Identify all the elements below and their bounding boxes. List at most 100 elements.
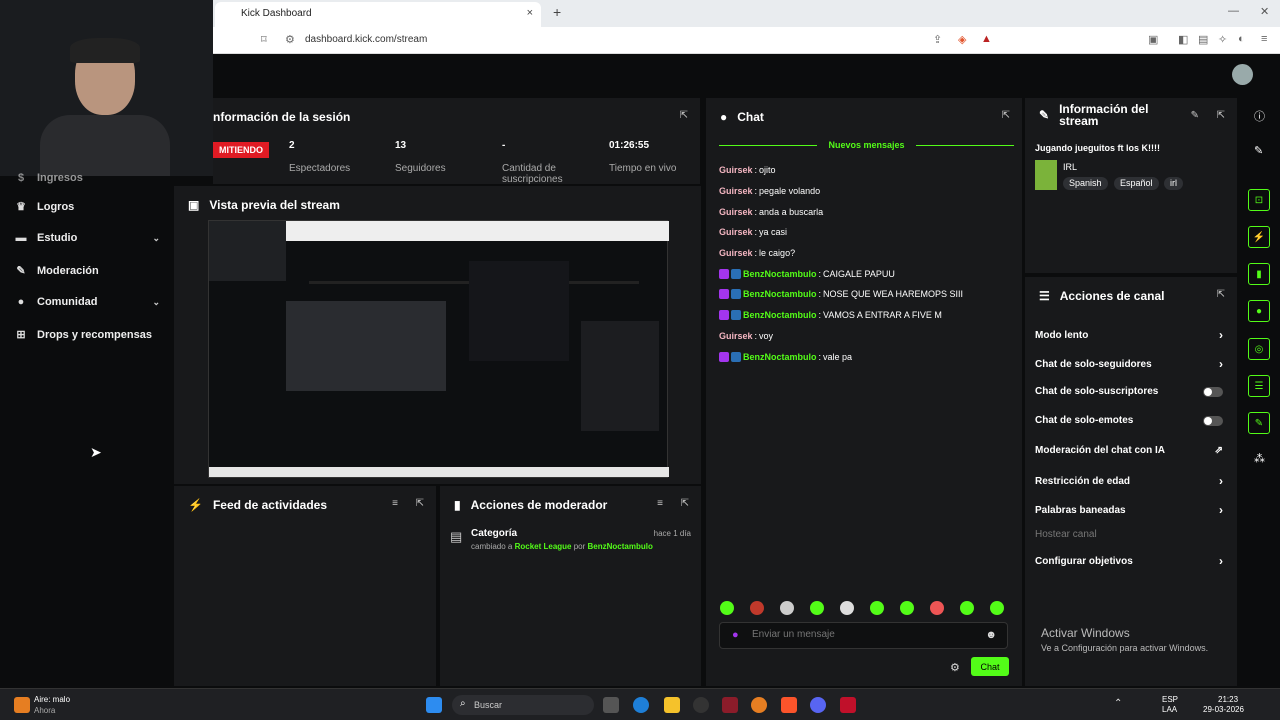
rail-bolt-icon[interactable]: ⚡ — [1248, 226, 1270, 248]
chat-username[interactable]: Guirsek — [719, 248, 753, 258]
chat-username[interactable]: BenzNoctambulo — [743, 352, 817, 362]
chat-username[interactable]: BenzNoctambulo — [743, 289, 817, 299]
channel-action-item[interactable]: Chat de solo-emotes — [1035, 415, 1223, 426]
brave-icon[interactable] — [781, 697, 797, 713]
channel-action-item[interactable]: Hostear canal — [1035, 529, 1223, 540]
channel-action-item[interactable]: Moderación del chat con IA ⇗ — [1035, 445, 1223, 456]
chat-send-button[interactable]: Chat — [971, 657, 1009, 676]
channel-action-item[interactable]: Chat de solo-seguidores › — [1035, 357, 1223, 371]
filter-icon[interactable]: ≡ — [392, 498, 398, 509]
taskview-icon[interactable] — [603, 697, 619, 713]
detail-user[interactable]: BenzNoctambulo — [588, 542, 653, 551]
edit-icon[interactable]: ✎ — [1191, 110, 1199, 121]
popout-icon[interactable]: ⇱ — [1217, 110, 1225, 121]
chat-username[interactable]: Guirsek — [719, 186, 753, 196]
emote-icon[interactable] — [750, 601, 764, 615]
rail-broadcast-icon[interactable]: ◎ — [1248, 338, 1270, 360]
bookmark-icon[interactable]: ⌑ — [261, 33, 267, 46]
taskbar-search[interactable]: ⌕ Buscar — [452, 695, 594, 715]
sidebar-item-logros[interactable]: ♛ Logros — [15, 200, 160, 214]
rail-shield-icon[interactable]: ▮ — [1248, 263, 1270, 285]
tab-close-icon[interactable]: × — [527, 7, 533, 19]
emote-icon[interactable] — [900, 601, 914, 615]
sidebar-icon[interactable]: ◧ — [1178, 33, 1188, 46]
chat-username[interactable]: BenzNoctambulo — [743, 310, 817, 320]
chat-username[interactable]: Guirsek — [719, 165, 753, 175]
popout-icon[interactable]: ⇱ — [681, 498, 689, 509]
emote-icon[interactable] — [810, 601, 824, 615]
brave-shield-icon[interactable]: ◈ — [958, 33, 966, 46]
window-close-icon[interactable]: ✕ — [1260, 5, 1269, 18]
mic-icon[interactable]: ● — [732, 629, 739, 641]
channel-action-item[interactable]: Configurar objetivos › — [1035, 554, 1223, 568]
channel-action-item[interactable]: Modo lento › — [1035, 328, 1223, 342]
leo-icon[interactable]: ✧ — [1218, 33, 1227, 46]
obs-icon[interactable] — [693, 697, 709, 713]
sidebar-item-moderacion[interactable]: ✎ Moderación — [15, 264, 160, 278]
toggle-switch[interactable] — [1203, 386, 1223, 397]
vpn-icon[interactable]: ◐ — [1238, 33, 1245, 45]
sidebar-item-drops[interactable]: ⊞ Drops y recompensas — [15, 328, 160, 342]
discord-icon[interactable] — [810, 697, 826, 713]
channel-action-item[interactable]: Restricción de edad › — [1035, 474, 1223, 488]
popout-icon[interactable]: ⇱ — [1002, 110, 1010, 121]
emote-icon[interactable] — [840, 601, 854, 615]
pencil-icon[interactable]: ✎ — [1254, 144, 1263, 157]
emote-icon[interactable] — [870, 601, 884, 615]
chat-username[interactable]: Guirsek — [719, 227, 753, 237]
info-icon[interactable]: ⓘ — [1254, 108, 1265, 124]
chat-username[interactable]: Guirsek — [719, 331, 753, 341]
explorer-icon[interactable] — [664, 697, 680, 713]
url-text[interactable]: dashboard.kick.com/stream — [305, 34, 427, 45]
share-icon[interactable]: ⇪ — [933, 33, 942, 46]
weather-text[interactable]: Aire: malo — [34, 695, 70, 704]
emote-icon[interactable] — [990, 601, 1004, 615]
chat-text: pegale volando — [759, 186, 821, 197]
app-icon[interactable] — [751, 697, 767, 713]
chat-message-input[interactable] — [752, 629, 972, 640]
clock-time[interactable]: 21:23 — [1218, 695, 1238, 704]
popout-icon[interactable]: ⇱ — [416, 498, 424, 509]
chat-username[interactable]: BenzNoctambulo — [743, 269, 817, 279]
sidebar-item-ingresos[interactable]: $ Ingresos — [15, 172, 160, 184]
app-icon[interactable] — [722, 697, 738, 713]
filter-icon[interactable]: ≡ — [657, 498, 663, 509]
rail-scan-icon[interactable]: ⊡ — [1248, 189, 1270, 211]
emote-icon[interactable] — [960, 601, 974, 615]
share-nodes-icon[interactable]: ⁂ — [1254, 452, 1265, 465]
detail-category[interactable]: Rocket League — [515, 542, 572, 551]
lang-indicator[interactable]: ESP — [1162, 695, 1178, 704]
tray-chevron-icon[interactable]: ⌃ — [1114, 698, 1122, 709]
edge-icon[interactable] — [633, 697, 649, 713]
new-tab-icon[interactable]: + — [553, 4, 561, 20]
sidebar-item-estudio[interactable]: ▬ Estudio ⌄ — [15, 232, 161, 244]
popout-icon[interactable]: ⇱ — [680, 110, 688, 121]
toggle-switch[interactable] — [1203, 415, 1223, 426]
emote-icon[interactable] — [720, 601, 734, 615]
chat-username[interactable]: Guirsek — [719, 207, 753, 217]
chat-settings-icon[interactable]: ⚙ — [950, 661, 960, 674]
rewards-icon[interactable]: ▲ — [981, 33, 992, 45]
app-icon[interactable] — [840, 697, 856, 713]
channel-action-item[interactable]: Palabras baneadas › — [1035, 503, 1223, 517]
wallet-icon[interactable]: ▤ — [1198, 33, 1208, 46]
popout-icon[interactable]: ⇱ — [1217, 289, 1225, 300]
browser-tab[interactable]: Kick Dashboard × — [215, 2, 541, 27]
menu-icon[interactable]: ≡ — [1261, 33, 1267, 45]
rail-wrench-icon[interactable]: ✎ — [1248, 412, 1270, 434]
extension-icon[interactable]: ▣ — [1148, 33, 1158, 46]
windows-start-icon[interactable] — [426, 697, 442, 713]
sidebar-item-comunidad[interactable]: ● Comunidad ⌄ — [15, 296, 160, 308]
stream-preview-video[interactable] — [208, 220, 669, 478]
site-info-icon[interactable]: ⚙ — [285, 33, 295, 46]
emote-icon[interactable] — [930, 601, 944, 615]
minimize-icon[interactable]: — — [1228, 5, 1239, 17]
channel-action-item[interactable]: Chat de solo-suscriptores — [1035, 386, 1223, 397]
emote-icon[interactable] — [780, 601, 794, 615]
rail-chat-icon[interactable]: ● — [1248, 300, 1270, 322]
channel-action-label: Chat de solo-suscriptores — [1035, 386, 1159, 397]
rail-list-icon[interactable]: ☰ — [1248, 375, 1270, 397]
emoji-icon[interactable]: ☻ — [985, 629, 997, 641]
new-messages-divider[interactable]: Nuevos mensajes — [719, 140, 1014, 150]
user-avatar[interactable] — [1232, 64, 1253, 85]
